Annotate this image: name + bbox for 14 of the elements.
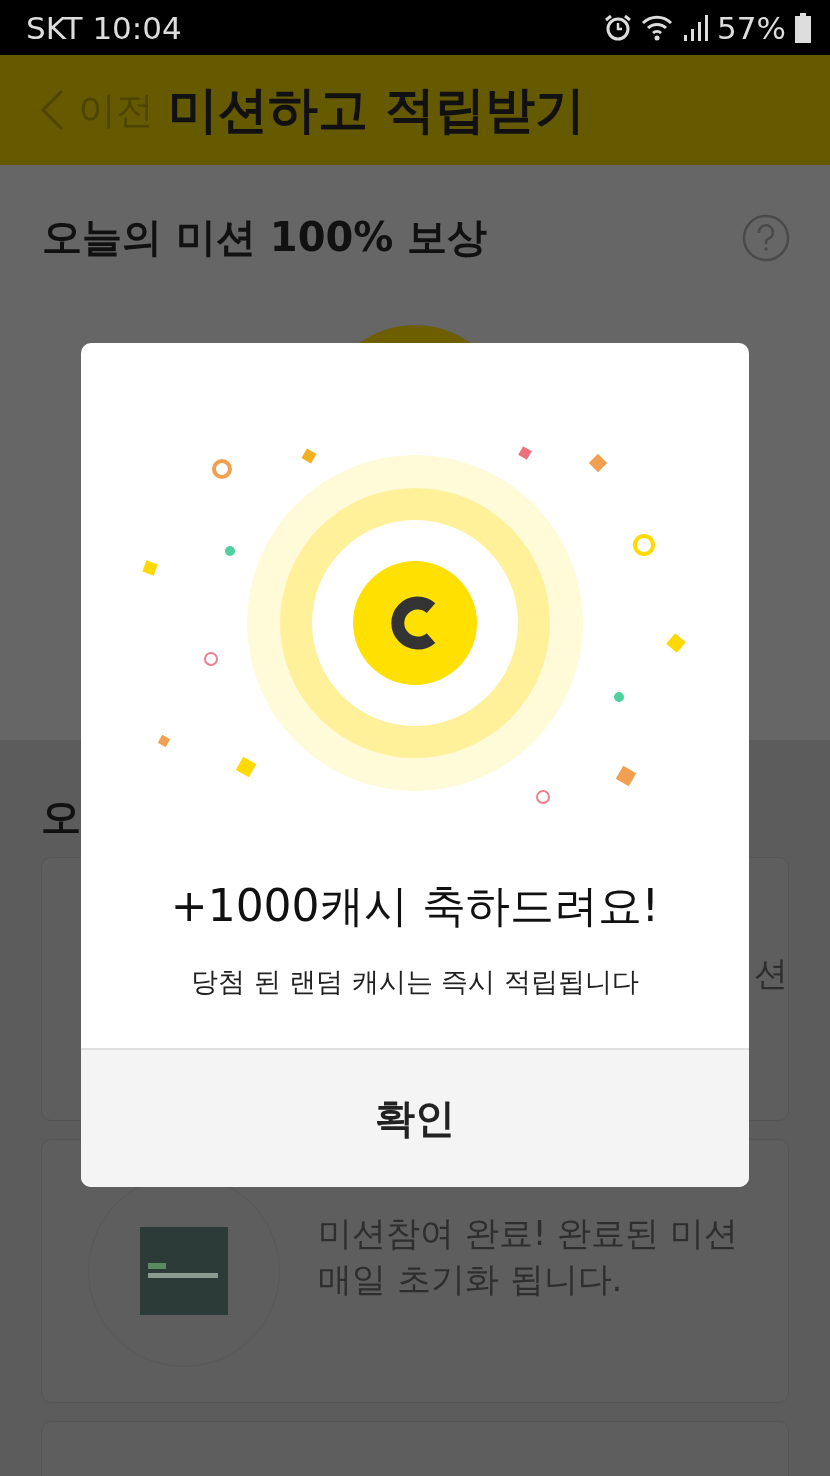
confirm-button[interactable]: 확인 [81, 1048, 749, 1187]
help-icon[interactable] [742, 213, 790, 262]
logo-icon [140, 1227, 228, 1315]
page-title: 미션하고 적립받기 [168, 79, 586, 141]
alarm-icon [603, 12, 634, 43]
battery-percent: 57% [717, 9, 786, 46]
section-title: 오 [41, 793, 82, 842]
signal-icon [683, 13, 710, 42]
carrier-time: SKT 10:04 [26, 9, 182, 46]
dialog-message: 당첨 된 랜덤 캐시는 즉시 적립됩니다 [190, 965, 640, 999]
dialog-title: +1000캐시 축하드려요! [169, 879, 661, 933]
battery-icon [794, 12, 812, 43]
back-icon[interactable] [40, 89, 64, 131]
mission-title: 오늘의 미션 100% 보상 [42, 213, 488, 262]
